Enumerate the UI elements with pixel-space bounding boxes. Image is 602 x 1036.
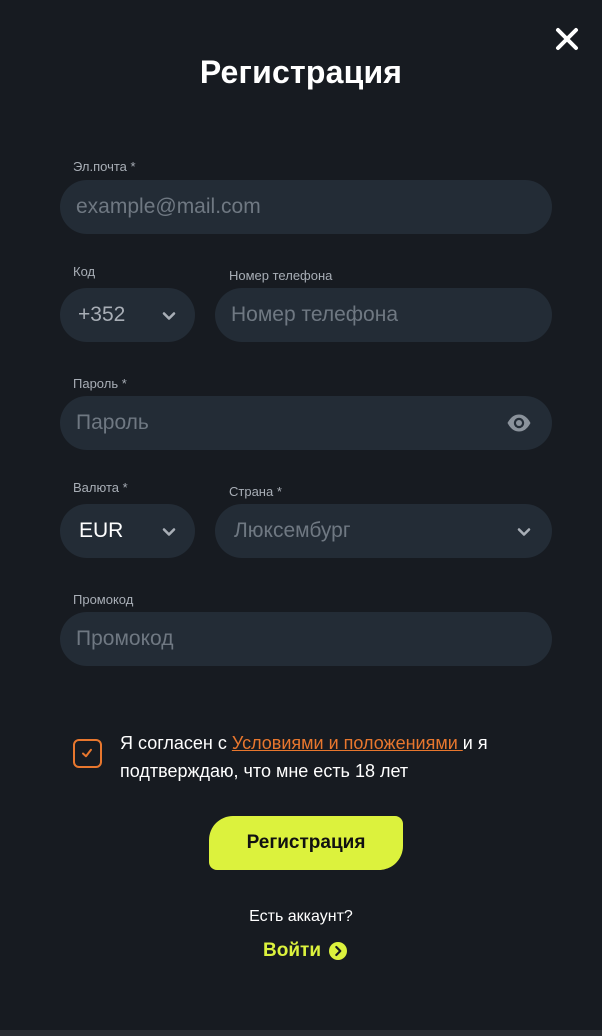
terms-link[interactable]: Условиями и положениями bbox=[232, 733, 463, 753]
country-value: Люксембург bbox=[234, 519, 351, 542]
bottom-divider bbox=[0, 1030, 602, 1036]
password-field-wrapper bbox=[60, 396, 552, 450]
agreement-checkbox[interactable] bbox=[73, 739, 102, 768]
currency-value: EUR bbox=[79, 519, 124, 542]
agreement-text: Я согласен с Условиями и положениями и я… bbox=[120, 729, 540, 785]
chevron-right-circle-icon bbox=[329, 942, 347, 960]
phone-input[interactable] bbox=[215, 288, 552, 342]
password-input[interactable] bbox=[60, 396, 552, 450]
password-label: Пароль * bbox=[73, 376, 127, 391]
login-link[interactable]: Войти bbox=[263, 939, 347, 963]
login-link-label: Войти bbox=[263, 940, 321, 961]
chevron-down-icon bbox=[517, 528, 531, 536]
register-button[interactable]: Регистрация bbox=[209, 816, 403, 870]
phone-field-wrapper bbox=[215, 288, 552, 342]
country-select[interactable]: Люксембург bbox=[215, 504, 552, 558]
chevron-down-icon bbox=[162, 528, 176, 536]
close-icon bbox=[556, 28, 578, 50]
eye-icon[interactable] bbox=[506, 412, 532, 434]
currency-label: Валюта * bbox=[73, 480, 128, 495]
chevron-down-icon bbox=[162, 312, 176, 320]
currency-select[interactable]: EUR bbox=[60, 504, 195, 558]
promo-label: Промокод bbox=[73, 592, 134, 607]
country-label: Страна * bbox=[229, 484, 282, 499]
email-field-wrapper bbox=[60, 180, 552, 234]
checkmark-icon bbox=[82, 748, 92, 758]
agreement-text-before: Я согласен с bbox=[120, 733, 232, 753]
promo-input[interactable] bbox=[60, 612, 552, 666]
modal-title: Регистрация bbox=[199, 54, 403, 90]
promo-field-wrapper bbox=[60, 612, 552, 666]
code-label: Код bbox=[73, 264, 96, 279]
email-input[interactable] bbox=[60, 180, 552, 234]
phone-code-select[interactable]: +352 bbox=[60, 288, 195, 342]
phone-label: Номер телефона bbox=[229, 268, 333, 283]
have-account-text: Есть аккаунт? bbox=[249, 908, 353, 925]
close-button[interactable] bbox=[553, 25, 581, 53]
email-label: Эл.почта * bbox=[73, 159, 136, 174]
phone-code-value: +352 bbox=[78, 303, 126, 326]
